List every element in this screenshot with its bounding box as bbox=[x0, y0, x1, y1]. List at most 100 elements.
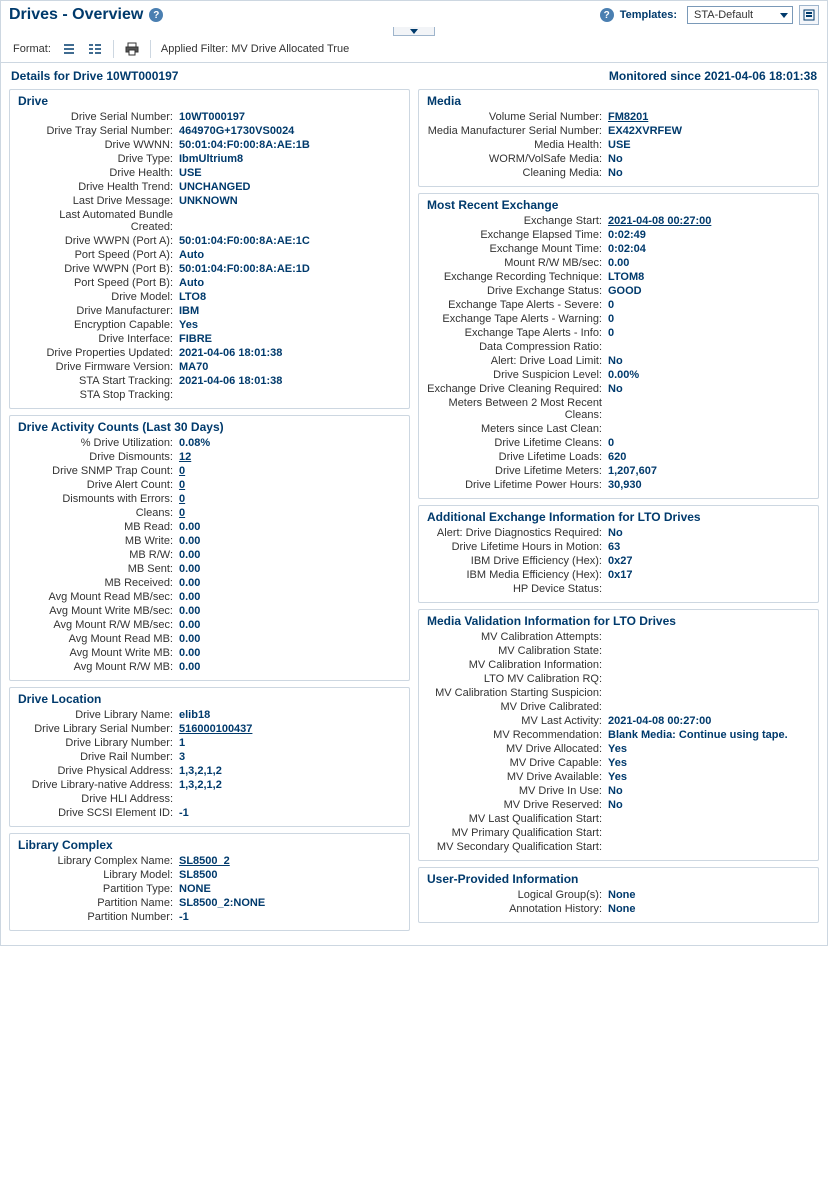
property-label: Drive Dismounts: bbox=[18, 451, 179, 463]
property-row: MB Read:0.00 bbox=[10, 520, 409, 534]
property-value: LTO8 bbox=[179, 291, 401, 303]
property-link[interactable]: 0 bbox=[179, 493, 185, 505]
property-row: Drive Lifetime Power Hours:30,930 bbox=[419, 478, 818, 492]
property-link[interactable]: SL8500_2 bbox=[179, 855, 230, 867]
property-row: Drive Type:IbmUltrium8 bbox=[10, 152, 409, 166]
property-value: Yes bbox=[608, 757, 810, 769]
property-row: MV Calibration Attempts: bbox=[419, 630, 818, 644]
panel-lto-info: Additional Exchange Information for LTO … bbox=[418, 505, 819, 603]
property-value bbox=[608, 423, 810, 435]
property-label: MB R/W: bbox=[18, 549, 179, 561]
property-label: Drive Tray Serial Number: bbox=[18, 125, 179, 137]
property-value: 63 bbox=[608, 541, 810, 553]
property-link[interactable]: 12 bbox=[179, 451, 191, 463]
property-value: No bbox=[608, 355, 810, 367]
property-value bbox=[608, 583, 810, 595]
property-row: Drive SNMP Trap Count:0 bbox=[10, 464, 409, 478]
property-value: 10WT000197 bbox=[179, 111, 401, 123]
property-value bbox=[608, 841, 810, 853]
property-label: Alert: Drive Load Limit: bbox=[427, 355, 608, 367]
property-value: 12 bbox=[179, 451, 401, 463]
property-label: MV Calibration Information: bbox=[427, 659, 608, 671]
property-label: MV Last Qualification Start: bbox=[427, 813, 608, 825]
property-label: Drive Manufacturer: bbox=[18, 305, 179, 317]
property-link[interactable]: 0 bbox=[179, 507, 185, 519]
property-value: None bbox=[608, 903, 810, 915]
property-row: Partition Type:NONE bbox=[10, 882, 409, 896]
property-row: STA Start Tracking:2021-04-06 18:01:38 bbox=[10, 374, 409, 388]
property-row: Last Automated Bundle Created: bbox=[10, 208, 409, 234]
property-label: MV Calibration Attempts: bbox=[427, 631, 608, 643]
property-row: Volume Serial Number:FM8201 bbox=[419, 110, 818, 124]
property-value: GOOD bbox=[608, 285, 810, 297]
property-label: Last Drive Message: bbox=[18, 195, 179, 207]
property-label: MV Drive Calibrated: bbox=[427, 701, 608, 713]
property-row: LTO MV Calibration RQ: bbox=[419, 672, 818, 686]
property-label: STA Start Tracking: bbox=[18, 375, 179, 387]
property-value: NONE bbox=[179, 883, 401, 895]
property-row: Partition Name:SL8500_2:NONE bbox=[10, 896, 409, 910]
print-icon[interactable] bbox=[124, 41, 140, 57]
property-label: Encryption Capable: bbox=[18, 319, 179, 331]
property-label: Drive SCSI Element ID: bbox=[18, 807, 179, 819]
property-row: WORM/VolSafe Media:No bbox=[419, 152, 818, 166]
property-label: Exchange Tape Alerts - Warning: bbox=[427, 313, 608, 325]
property-label: Annotation History: bbox=[427, 903, 608, 915]
property-value: 0x17 bbox=[608, 569, 810, 581]
property-value: 0 bbox=[179, 479, 401, 491]
templates-dropdown[interactable]: STA-Default bbox=[687, 6, 793, 24]
property-row: Avg Mount R/W MB/sec:0.00 bbox=[10, 618, 409, 632]
property-link[interactable]: FM8201 bbox=[608, 111, 648, 123]
property-label: WORM/VolSafe Media: bbox=[427, 153, 608, 165]
property-row: Logical Group(s):None bbox=[419, 888, 818, 902]
property-link[interactable]: 2021-04-08 00:27:00 bbox=[608, 215, 711, 227]
property-link[interactable]: 516000100437 bbox=[179, 723, 252, 735]
property-label: Drive Rail Number: bbox=[18, 751, 179, 763]
property-row: Exchange Mount Time:0:02:04 bbox=[419, 242, 818, 256]
collapse-handle-icon[interactable] bbox=[393, 27, 435, 36]
format-list-icon[interactable] bbox=[61, 41, 77, 57]
panel-title-exchange: Most Recent Exchange bbox=[419, 198, 818, 214]
property-value: No bbox=[608, 785, 810, 797]
property-label: Drive Health: bbox=[18, 167, 179, 179]
property-row: Drive Manufacturer:IBM bbox=[10, 304, 409, 318]
property-value: 0.00 bbox=[179, 633, 401, 645]
property-label: Alert: Drive Diagnostics Required: bbox=[427, 527, 608, 539]
help-icon[interactable]: ? bbox=[149, 8, 163, 22]
property-label: MV Drive In Use: bbox=[427, 785, 608, 797]
property-value: 0 bbox=[179, 465, 401, 477]
property-value: -1 bbox=[179, 807, 401, 819]
property-row: Drive Exchange Status:GOOD bbox=[419, 284, 818, 298]
property-value bbox=[608, 813, 810, 825]
panel-library-complex: Library ComplexLibrary Complex Name:SL85… bbox=[9, 833, 410, 931]
help-icon-right[interactable]: ? bbox=[600, 8, 614, 22]
property-row: Exchange Recording Technique:LTOM8 bbox=[419, 270, 818, 284]
property-value: SL8500 bbox=[179, 869, 401, 881]
property-link[interactable]: 0 bbox=[179, 479, 185, 491]
property-value: 0.00 bbox=[179, 549, 401, 561]
property-row: Alert: Drive Load Limit:No bbox=[419, 354, 818, 368]
property-label: Drive Firmware Version: bbox=[18, 361, 179, 373]
details-heading: Details for Drive 10WT000197 bbox=[11, 69, 178, 83]
property-label: Data Compression Ratio: bbox=[427, 341, 608, 353]
property-value: 0.00 bbox=[179, 521, 401, 533]
property-label: Drive WWPN (Port A): bbox=[18, 235, 179, 247]
property-row: Media Manufacturer Serial Number:EX42XVR… bbox=[419, 124, 818, 138]
property-row: MB Write:0.00 bbox=[10, 534, 409, 548]
property-value: 0.00 bbox=[179, 535, 401, 547]
format-detail-icon[interactable] bbox=[87, 41, 103, 57]
property-label: Avg Mount Write MB/sec: bbox=[18, 605, 179, 617]
property-label: Partition Number: bbox=[18, 911, 179, 923]
panel-title-drive-activity: Drive Activity Counts (Last 30 Days) bbox=[10, 420, 409, 436]
property-value: USE bbox=[608, 139, 810, 151]
property-link[interactable]: 0 bbox=[179, 465, 185, 477]
settings-icon[interactable] bbox=[799, 5, 819, 25]
property-row: Exchange Elapsed Time:0:02:49 bbox=[419, 228, 818, 242]
property-value: 0.00 bbox=[179, 605, 401, 617]
property-value: Auto bbox=[179, 277, 401, 289]
property-label: STA Stop Tracking: bbox=[18, 389, 179, 401]
property-label: Avg Mount R/W MB: bbox=[18, 661, 179, 673]
property-row: IBM Media Efficiency (Hex):0x17 bbox=[419, 568, 818, 582]
property-value: UNCHANGED bbox=[179, 181, 401, 193]
property-label: Cleaning Media: bbox=[427, 167, 608, 179]
